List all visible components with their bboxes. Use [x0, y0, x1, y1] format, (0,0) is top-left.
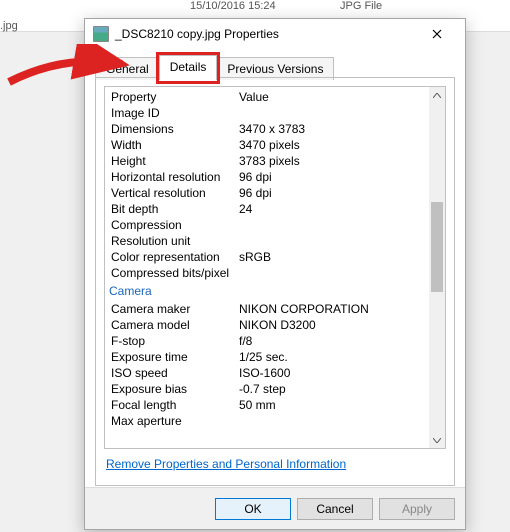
chevron-up-icon	[433, 93, 441, 98]
property-row[interactable]: Exposure bias-0.7 step	[105, 381, 429, 397]
scroll-up-button[interactable]	[429, 87, 445, 103]
properties-list: Property Value Image ID Dimensions3470 x…	[104, 86, 446, 449]
ok-button[interactable]: OK	[215, 498, 291, 520]
property-row[interactable]: Exposure time1/25 sec.	[105, 349, 429, 365]
cancel-button[interactable]: Cancel	[297, 498, 373, 520]
apply-button[interactable]: Apply	[379, 498, 455, 520]
details-pane: Property Value Image ID Dimensions3470 x…	[95, 77, 455, 486]
property-row[interactable]: Focal length50 mm	[105, 397, 429, 413]
section-camera: Camera	[105, 281, 429, 301]
tab-details-label: Details	[170, 60, 207, 74]
vertical-scrollbar[interactable]	[429, 87, 445, 448]
window-title: _DSC8210 copy.jpg Properties	[115, 27, 417, 41]
close-button[interactable]	[417, 20, 457, 48]
property-row[interactable]: Compression	[105, 217, 429, 233]
property-row[interactable]: Camera makerNIKON CORPORATION	[105, 301, 429, 317]
chevron-down-icon	[433, 438, 441, 443]
property-row[interactable]: Horizontal resolution96 dpi	[105, 169, 429, 185]
bg-type: JPG File	[340, 0, 382, 12]
col-property-label: Property	[111, 90, 239, 104]
property-row[interactable]: Width3470 pixels	[105, 137, 429, 153]
image-file-icon	[93, 26, 109, 42]
property-row[interactable]: Bit depth24	[105, 201, 429, 217]
property-row[interactable]: Vertical resolution96 dpi	[105, 185, 429, 201]
property-row[interactable]: ISO speedISO-1600	[105, 365, 429, 381]
dialog-body: General Details Previous Versions Proper…	[85, 49, 465, 487]
property-row[interactable]: F-stopf/8	[105, 333, 429, 349]
properties-dialog: _DSC8210 copy.jpg Properties General Det…	[84, 18, 466, 530]
scroll-down-button[interactable]	[429, 432, 445, 448]
property-row[interactable]: Color representationsRGB	[105, 249, 429, 265]
scroll-thumb[interactable]	[431, 202, 443, 292]
tab-details[interactable]: Details	[159, 55, 218, 78]
titlebar[interactable]: _DSC8210 copy.jpg Properties	[85, 19, 465, 49]
button-bar: OK Cancel Apply	[85, 487, 465, 529]
col-value-label: Value	[239, 90, 423, 104]
bg-date: 15/10/2016 15:24	[190, 0, 276, 12]
remove-properties-link[interactable]: Remove Properties and Personal Informati…	[106, 457, 346, 471]
property-row[interactable]: Dimensions3470 x 3783	[105, 121, 429, 137]
property-row[interactable]: Camera modelNIKON D3200	[105, 317, 429, 333]
column-header: Property Value	[105, 89, 429, 105]
close-icon	[432, 29, 442, 39]
bg-filename: .jpg	[0, 20, 18, 32]
properties-scroll-area[interactable]: Property Value Image ID Dimensions3470 x…	[105, 87, 429, 448]
tab-strip: General Details Previous Versions	[95, 55, 455, 78]
link-row: Remove Properties and Personal Informati…	[104, 449, 446, 477]
property-row[interactable]: Height3783 pixels	[105, 153, 429, 169]
property-row[interactable]: Image ID	[105, 105, 429, 121]
property-row[interactable]: Max aperture	[105, 413, 429, 429]
property-row[interactable]: Resolution unit	[105, 233, 429, 249]
property-row[interactable]: Compressed bits/pixel	[105, 265, 429, 281]
